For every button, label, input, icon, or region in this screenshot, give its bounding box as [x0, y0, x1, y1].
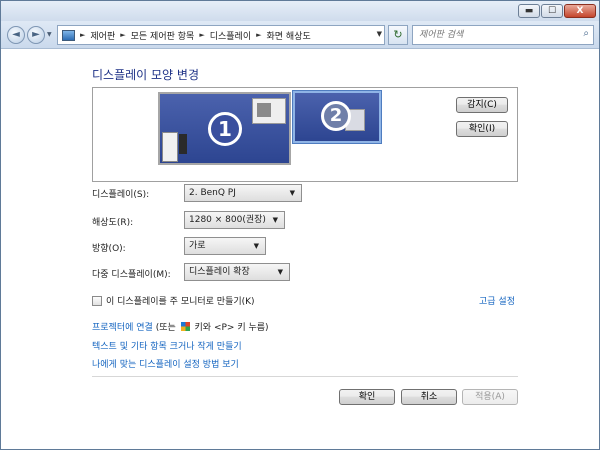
refresh-button[interactable]: ↻: [388, 25, 408, 45]
maximize-button[interactable]: ☐: [541, 4, 563, 18]
address-dropdown-icon[interactable]: ▼: [377, 30, 382, 38]
resolution-select-value: 1280 × 800(권장): [189, 215, 266, 225]
chevron-down-icon: ▼: [253, 242, 259, 250]
chevron-down-icon: ▼: [277, 268, 283, 276]
main-display-checkbox-row[interactable]: 이 디스플레이를 주 모니터로 만들기(K): [92, 294, 255, 307]
windows-logo-icon: [180, 322, 190, 331]
display-help-link[interactable]: 나에게 맞는 디스플레이 설정 방법 보기: [92, 357, 239, 370]
taskbar-thumbnail-icon: [179, 134, 187, 154]
breadcrumb-display[interactable]: 디스플레이: [210, 29, 251, 42]
monitor-preview: 1 2 감지(C) 확인(I): [92, 87, 518, 182]
close-button[interactable]: X: [564, 4, 596, 18]
monitor-1[interactable]: 1: [158, 92, 291, 165]
control-panel-icon: [62, 29, 75, 41]
breadcrumb: ► 제어판 ► 모든 제어판 항목 ► 디스플레이 ► 화면 해상도: [75, 29, 311, 42]
main-display-checkbox-label[interactable]: 이 디스플레이를 주 모니터로 만들기(K): [106, 294, 255, 307]
projector-shortcut-note: (또는: [155, 323, 176, 333]
projector-row: 프로젝터에 연결 (또는 키와 <P> 키 누름): [92, 320, 269, 333]
breadcrumb-all-items[interactable]: 모든 제어판 항목: [131, 29, 195, 42]
breadcrumb-separator-icon[interactable]: ►: [256, 31, 261, 39]
address-row: ◄ ► ▼ ► 제어판 ► 모든 제어판 항목 ► 디스플레이 ► 화면 해상도…: [1, 21, 599, 49]
orientation-label: 방향(O):: [92, 244, 126, 254]
projector-shortcut-note-end: 키와 <P> 키 누름): [194, 323, 269, 333]
resolution-select[interactable]: 1280 × 800(권장) ▼: [184, 211, 285, 229]
recent-pages-dropdown-icon[interactable]: ▼: [47, 31, 52, 38]
breadcrumb-separator-icon[interactable]: ►: [120, 31, 125, 39]
multiple-displays-select-value: 디스플레이 확장: [189, 267, 250, 277]
monitor-number-badge: 2: [321, 101, 351, 131]
resolution-label: 해상도(R):: [92, 218, 134, 228]
address-bar[interactable]: ► 제어판 ► 모든 제어판 항목 ► 디스플레이 ► 화면 해상도 ▼: [57, 25, 385, 45]
footer-divider: [92, 376, 518, 377]
identify-button[interactable]: 확인(I): [456, 121, 508, 137]
search-box[interactable]: ⌕: [412, 25, 594, 45]
detect-button[interactable]: 감지(C): [456, 97, 508, 113]
apply-button[interactable]: 적용(A): [462, 389, 518, 405]
minimize-button[interactable]: ▬: [518, 4, 540, 18]
orientation-select-value: 가로: [189, 241, 206, 251]
multiple-displays-select[interactable]: 디스플레이 확장 ▼: [184, 263, 290, 281]
display-select-value: 2. BenQ PJ: [189, 188, 236, 198]
text-size-link[interactable]: 텍스트 및 기타 항목 크거나 작게 만들기: [92, 339, 242, 352]
breadcrumb-separator-icon[interactable]: ►: [199, 31, 204, 39]
monitor-number-badge: 1: [208, 112, 242, 146]
advanced-settings-link[interactable]: 고급 설정: [479, 294, 515, 307]
forward-button[interactable]: ►: [27, 26, 45, 44]
main-content: 디스플레이 모양 변경 1 2 감지(C) 확인(I) 디스플레이(S): 2.…: [1, 50, 599, 449]
page-title: 디스플레이 모양 변경: [92, 68, 199, 82]
multiple-displays-label: 다중 디스플레이(M):: [92, 270, 171, 280]
document-thumbnail-icon: [162, 132, 178, 162]
chevron-down-icon: ▼: [289, 189, 295, 197]
display-select[interactable]: 2. BenQ PJ ▼: [184, 184, 302, 202]
connect-projector-link[interactable]: 프로젝터에 연결: [92, 323, 153, 333]
breadcrumb-screen-resolution[interactable]: 화면 해상도: [267, 29, 311, 42]
orientation-select[interactable]: 가로 ▼: [184, 237, 266, 255]
display-label: 디스플레이(S):: [92, 190, 150, 200]
window-thumbnail-icon: [252, 98, 286, 124]
breadcrumb-separator-icon[interactable]: ►: [80, 31, 85, 39]
search-icon[interactable]: ⌕: [583, 28, 589, 39]
monitor-2[interactable]: 2: [292, 90, 382, 144]
main-display-checkbox[interactable]: [92, 295, 102, 306]
ok-button[interactable]: 확인: [339, 389, 395, 405]
cancel-button[interactable]: 취소: [401, 389, 457, 405]
footer: 확인 취소 적용(A): [1, 374, 599, 449]
search-input[interactable]: [417, 28, 567, 42]
screen-resolution-window: ▬ ☐ X ◄ ► ▼ ► 제어판 ► 모든 제어판 항목 ► 디스플레이 ► …: [0, 0, 600, 450]
back-button[interactable]: ◄: [7, 26, 25, 44]
title-bar: ▬ ☐ X: [1, 1, 599, 21]
breadcrumb-control-panel[interactable]: 제어판: [90, 29, 115, 42]
chevron-down-icon: ▼: [272, 216, 278, 224]
